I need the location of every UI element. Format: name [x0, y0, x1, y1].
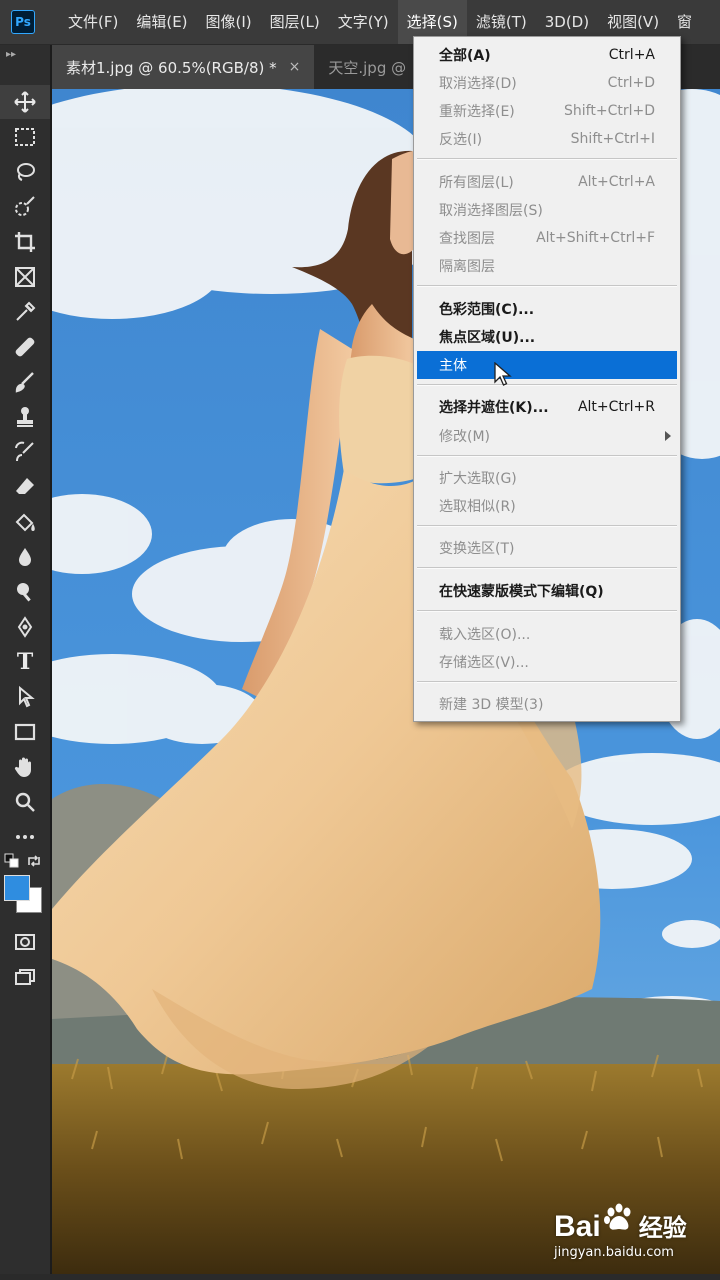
menu-item-deselect-layers[interactable]: 取消选择图层(S)	[417, 196, 677, 224]
menu-item-transform-selection[interactable]: 变换选区(T)	[417, 534, 677, 562]
history-brush-icon[interactable]	[0, 435, 50, 469]
rectangle-icon[interactable]	[0, 715, 50, 749]
frame-icon[interactable]	[0, 260, 50, 294]
menu-item-save-selection[interactable]: 存储选区(V)...	[417, 648, 677, 676]
crop-icon[interactable]	[0, 225, 50, 259]
paw-icon	[604, 1203, 631, 1230]
menu-item-deselect[interactable]: 取消选择(D) Ctrl+D	[417, 69, 677, 97]
default-colors-icon[interactable]	[4, 853, 20, 869]
panel-grip[interactable]: ▸▸	[0, 45, 50, 83]
color-swatches[interactable]	[4, 851, 44, 917]
quick-mask-icon[interactable]	[0, 925, 50, 959]
marquee-icon[interactable]	[0, 120, 50, 154]
paint-bucket-icon[interactable]	[0, 505, 50, 539]
menu-item-inverse[interactable]: 反选(I) Shift+Ctrl+I	[417, 125, 677, 153]
menu-item-grow[interactable]: 扩大选取(G)	[417, 464, 677, 492]
lasso-icon[interactable]	[0, 155, 50, 189]
dodge-icon[interactable]	[0, 575, 50, 609]
watermark-brand-right: 经验	[638, 1214, 687, 1242]
menu-item-load-selection[interactable]: 载入选区(O)...	[417, 620, 677, 648]
type-icon[interactable]: T	[0, 645, 50, 679]
quick-select-icon[interactable]	[0, 190, 50, 224]
menu-file[interactable]: 文件(F)	[59, 0, 127, 44]
tools-panel: ▸▸ T	[0, 45, 52, 1280]
menu-separator	[417, 681, 677, 683]
menu-item-new-3d-model[interactable]: 新建 3D 模型(3)	[417, 690, 677, 718]
eraser-icon[interactable]	[0, 470, 50, 504]
menu-item-focus-area[interactable]: 焦点区域(U)...	[417, 323, 677, 351]
menu-separator	[417, 158, 677, 160]
healing-icon[interactable]	[0, 330, 50, 364]
menu-separator	[417, 285, 677, 287]
menu-item-modify[interactable]: 修改(M)	[417, 422, 677, 450]
path-select-icon[interactable]	[0, 680, 50, 714]
tab-title: 素材1.jpg @ 60.5%(RGB/8) *	[66, 58, 277, 77]
menu-item-isolate-layers[interactable]: 隔离图层	[417, 252, 677, 280]
menu-separator	[417, 455, 677, 457]
tab-title: 天空.jpg @	[328, 58, 407, 77]
more-tools-icon[interactable]	[0, 820, 50, 854]
type-tool-label: T	[16, 649, 34, 675]
menu-separator	[417, 610, 677, 612]
photoshop-logo: Ps	[11, 10, 35, 34]
menu-item-subject[interactable]: 主体	[417, 351, 677, 379]
menu-item-select-and-mask[interactable]: 选择并遮住(K)... Alt+Ctrl+R	[417, 393, 677, 421]
watermark-brand-left: Bai	[554, 1210, 601, 1243]
stamp-icon[interactable]	[0, 400, 50, 434]
select-menu-dropdown: 全部(A) Ctrl+A 取消选择(D) Ctrl+D 重新选择(E) Shift+C…	[413, 36, 681, 722]
menu-separator	[417, 525, 677, 527]
menu-edit[interactable]: 编辑(E)	[127, 0, 196, 44]
menu-type[interactable]: 文字(Y)	[329, 0, 398, 44]
zoom-icon[interactable]	[0, 785, 50, 819]
foreground-color-swatch[interactable]	[4, 875, 30, 901]
menu-separator	[417, 384, 677, 386]
menu-item-all-layers[interactable]: 所有图层(L) Alt+Ctrl+A	[417, 168, 677, 196]
hand-icon[interactable]	[0, 750, 50, 784]
menu-separator	[417, 567, 677, 569]
mouse-cursor-icon	[494, 362, 512, 386]
baidu-jingyan-watermark: Bai 经验 jingyan.baidu.com	[554, 1200, 704, 1266]
menu-item-quick-mask[interactable]: 在快速蒙版模式下编辑(Q)	[417, 577, 677, 605]
menu-item-similar[interactable]: 选取相似(R)	[417, 492, 677, 520]
tab-document-2[interactable]: 天空.jpg @	[314, 45, 420, 89]
menu-item-select-all[interactable]: 全部(A) Ctrl+A	[417, 41, 677, 69]
tab-document-1[interactable]: 素材1.jpg @ 60.5%(RGB/8) * ×	[52, 45, 315, 89]
eyedropper-icon[interactable]	[0, 295, 50, 329]
pen-icon[interactable]	[0, 610, 50, 644]
menu-item-reselect[interactable]: 重新选择(E) Shift+Ctrl+D	[417, 97, 677, 125]
menu-layer[interactable]: 图层(L)	[261, 0, 329, 44]
swap-colors-icon[interactable]	[26, 853, 42, 869]
blur-icon[interactable]	[0, 540, 50, 574]
close-icon[interactable]: ×	[289, 59, 301, 75]
menu-image[interactable]: 图像(I)	[197, 0, 261, 44]
menu-item-color-range[interactable]: 色彩范围(C)...	[417, 295, 677, 323]
status-strip	[0, 1274, 720, 1280]
submenu-arrow-icon	[665, 431, 671, 441]
menu-item-find-layers[interactable]: 查找图层 Alt+Shift+Ctrl+F	[417, 224, 677, 252]
watermark-url: jingyan.baidu.com	[554, 1245, 674, 1260]
move-icon[interactable]	[0, 85, 50, 119]
screen-mode-icon[interactable]	[0, 960, 50, 994]
brush-icon[interactable]	[0, 365, 50, 399]
